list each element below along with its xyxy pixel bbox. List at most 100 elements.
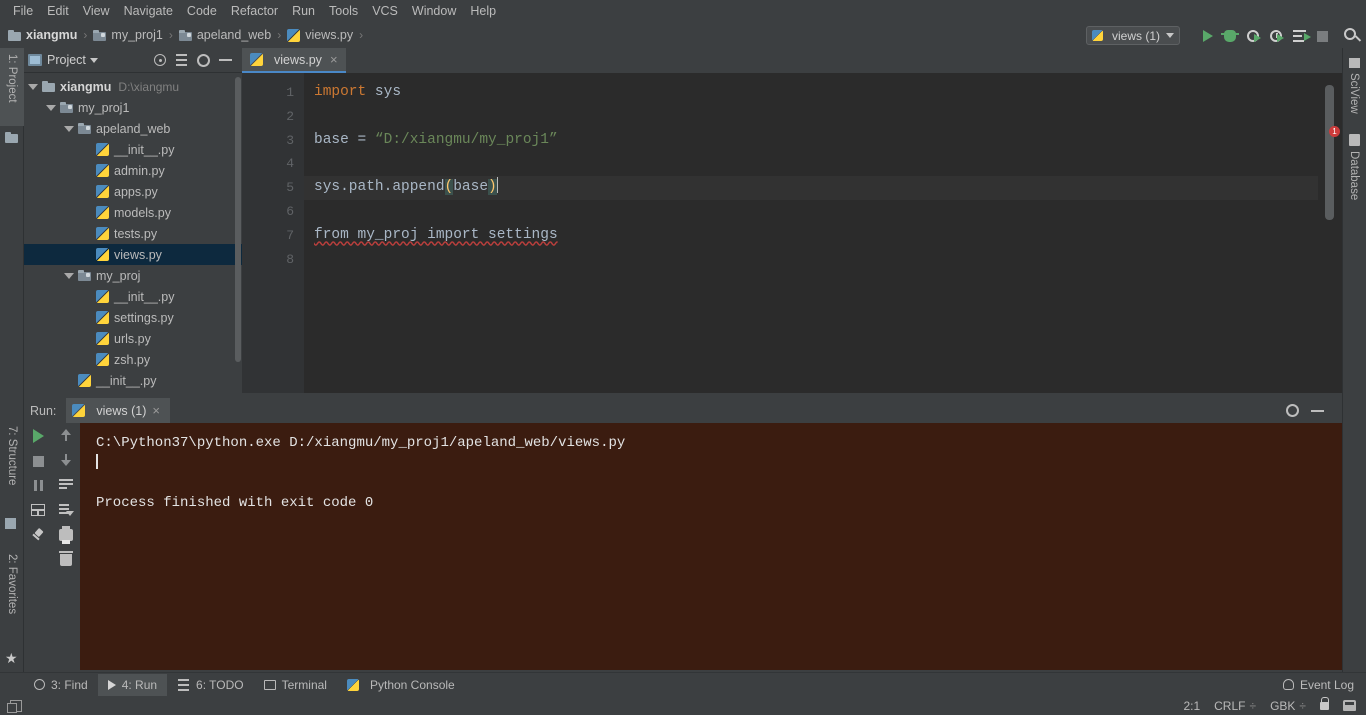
editor-error-stripe[interactable]: [1318, 73, 1342, 393]
tree-node-label: __init__.py: [114, 289, 175, 304]
menu-item-run[interactable]: Run: [285, 1, 322, 21]
menu-bar: File Edit View Navigate Code Refactor Ru…: [0, 0, 1366, 22]
python-file-icon: [96, 185, 109, 198]
settings-gear-icon[interactable]: [1286, 404, 1299, 417]
tab-views-py[interactable]: views.py ×: [242, 48, 346, 73]
project-tree-scrollbar[interactable]: [235, 77, 241, 362]
tree-node-apps-py[interactable]: apps.py: [24, 181, 242, 202]
tree-node-zsh-py[interactable]: zsh.py: [24, 349, 242, 370]
code-editor[interactable]: 1 2 3 4 5 6 7 8 import sys base = “D:/xi…: [242, 73, 1342, 393]
bottom-tab-terminal[interactable]: Terminal: [254, 674, 337, 696]
stop-icon[interactable]: [32, 456, 44, 467]
close-icon[interactable]: ×: [152, 403, 160, 418]
menu-item-tools[interactable]: Tools: [322, 1, 365, 21]
sidebar-item-structure[interactable]: 7: Structure: [0, 420, 24, 516]
tree-node-init-py[interactable]: __init__.py: [24, 139, 242, 160]
menu-item-file[interactable]: File: [6, 1, 40, 21]
bottom-tab-todo[interactable]: 6: TODO: [167, 674, 254, 696]
right-tool-window-strip: SciView Database: [1342, 48, 1366, 675]
collapse-all-icon[interactable]: [175, 54, 188, 66]
breadcrumb-item-my-proj1[interactable]: my_proj1: [93, 28, 163, 42]
sidebar-item-sciview[interactable]: SciView: [1342, 52, 1366, 120]
sidebar-item-project[interactable]: 1: Project: [0, 48, 24, 126]
scroll-to-end-icon[interactable]: [59, 504, 74, 516]
chevron-down-icon[interactable]: [1166, 33, 1174, 38]
tree-node-root-init-py[interactable]: __init__.py: [24, 370, 242, 391]
code-content[interactable]: import sys base = “D:/xiangmu/my_proj1” …: [304, 73, 1342, 393]
encoding-widget[interactable]: GBK ÷: [1270, 699, 1306, 713]
minimize-icon[interactable]: [1311, 409, 1324, 412]
menu-item-refactor[interactable]: Refactor: [224, 1, 285, 21]
sidebar-item-label: SciView: [1348, 73, 1360, 114]
menu-item-window[interactable]: Window: [405, 1, 463, 21]
soft-wrap-icon[interactable]: [59, 479, 73, 491]
tree-node-xiangmu[interactable]: xiangmu D:\xiangmu: [24, 76, 242, 97]
menu-item-vcs[interactable]: VCS: [365, 1, 405, 21]
sidebar-item-favorites[interactable]: 2: Favorites: [0, 548, 24, 652]
tree-node-label: apps.py: [114, 184, 158, 199]
python-file-icon: [287, 28, 301, 42]
settings-gear-icon[interactable]: [197, 53, 210, 67]
event-log-button[interactable]: Event Log: [1282, 678, 1366, 692]
error-count-badge[interactable]: 1: [1329, 126, 1340, 137]
profile-icon[interactable]: [1270, 30, 1284, 42]
tree-node-my-proj1[interactable]: my_proj1: [24, 97, 242, 118]
bottom-tab-find[interactable]: 3: Find: [24, 674, 98, 696]
pause-icon[interactable]: [33, 480, 44, 491]
menu-item-edit[interactable]: Edit: [40, 1, 76, 21]
stack-windows-icon[interactable]: [7, 699, 22, 713]
tree-node-tests-py[interactable]: tests.py: [24, 223, 242, 244]
debug-icon[interactable]: [1221, 30, 1239, 42]
tree-node-models-py[interactable]: models.py: [24, 202, 242, 223]
clear-all-icon[interactable]: [59, 551, 73, 566]
tree-node-my-proj[interactable]: my_proj: [24, 265, 242, 286]
read-only-lock-icon[interactable]: [1320, 696, 1329, 710]
bottom-tab-python-console[interactable]: Python Console: [337, 674, 465, 696]
tree-node-settings-py[interactable]: settings.py: [24, 307, 242, 328]
editor-scrollbar-thumb[interactable]: [1325, 85, 1334, 220]
breadcrumb-item-apeland-web[interactable]: apeland_web: [178, 28, 271, 42]
run-with-coverage-icon[interactable]: [1247, 30, 1261, 42]
show-layout-icon[interactable]: [31, 504, 45, 516]
line-separator-widget[interactable]: CRLF ÷: [1214, 699, 1256, 713]
console-output[interactable]: C:\Python37\python.exe D:/xiangmu/my_pro…: [80, 423, 1342, 670]
tree-node-my-proj-init-py[interactable]: __init__.py: [24, 286, 242, 307]
sidebar-item-database[interactable]: Database: [1342, 128, 1366, 216]
locate-icon[interactable]: [154, 54, 166, 66]
concurrency-diagram-icon[interactable]: [1293, 30, 1311, 42]
line-number: 3: [286, 132, 294, 148]
chevron-down-icon[interactable]: [28, 83, 38, 90]
print-icon[interactable]: [59, 526, 73, 544]
menu-item-code[interactable]: Code: [180, 1, 224, 21]
pycharm-window: File Edit View Navigate Code Refactor Ru…: [0, 0, 1366, 715]
close-icon[interactable]: ×: [330, 52, 338, 67]
chevron-down-icon[interactable]: [64, 272, 74, 279]
tree-node-urls-py[interactable]: urls.py: [24, 328, 242, 349]
pin-tab-icon[interactable]: [32, 529, 45, 542]
menu-item-view[interactable]: View: [76, 1, 117, 21]
breadcrumb-item-xiangmu[interactable]: xiangmu: [8, 28, 77, 42]
up-arrow-icon[interactable]: [61, 429, 71, 441]
rerun-icon[interactable]: [32, 429, 44, 443]
search-everywhere-icon[interactable]: [1344, 28, 1356, 40]
bottom-tab-run[interactable]: 4: Run: [97, 673, 168, 696]
tree-node-views-py[interactable]: views.py: [24, 244, 242, 265]
tree-node-apeland-web[interactable]: apeland_web: [24, 118, 242, 139]
caret-position[interactable]: 2:1: [1183, 699, 1200, 713]
down-arrow-icon[interactable]: [61, 454, 71, 466]
minimize-icon[interactable]: [219, 59, 232, 61]
project-tree[interactable]: xiangmu D:\xiangmu my_proj1 apeland_web …: [24, 73, 242, 393]
chevron-down-icon[interactable]: [89, 57, 98, 63]
run-configuration-selector[interactable]: views (1): [1085, 26, 1180, 45]
menu-item-help[interactable]: Help: [463, 1, 503, 21]
git-branch-icon[interactable]: [1343, 700, 1356, 711]
run-icon[interactable]: [1203, 30, 1213, 42]
code-text: base: [453, 179, 489, 196]
menu-item-navigate[interactable]: Navigate: [117, 1, 180, 21]
stop-icon[interactable]: [1317, 30, 1328, 42]
chevron-down-icon[interactable]: [46, 104, 56, 111]
breadcrumb-item-views-py[interactable]: views.py: [287, 28, 353, 42]
chevron-down-icon[interactable]: [64, 125, 74, 132]
tree-node-admin-py[interactable]: admin.py: [24, 160, 242, 181]
run-tab-views[interactable]: views (1) ×: [66, 398, 171, 423]
